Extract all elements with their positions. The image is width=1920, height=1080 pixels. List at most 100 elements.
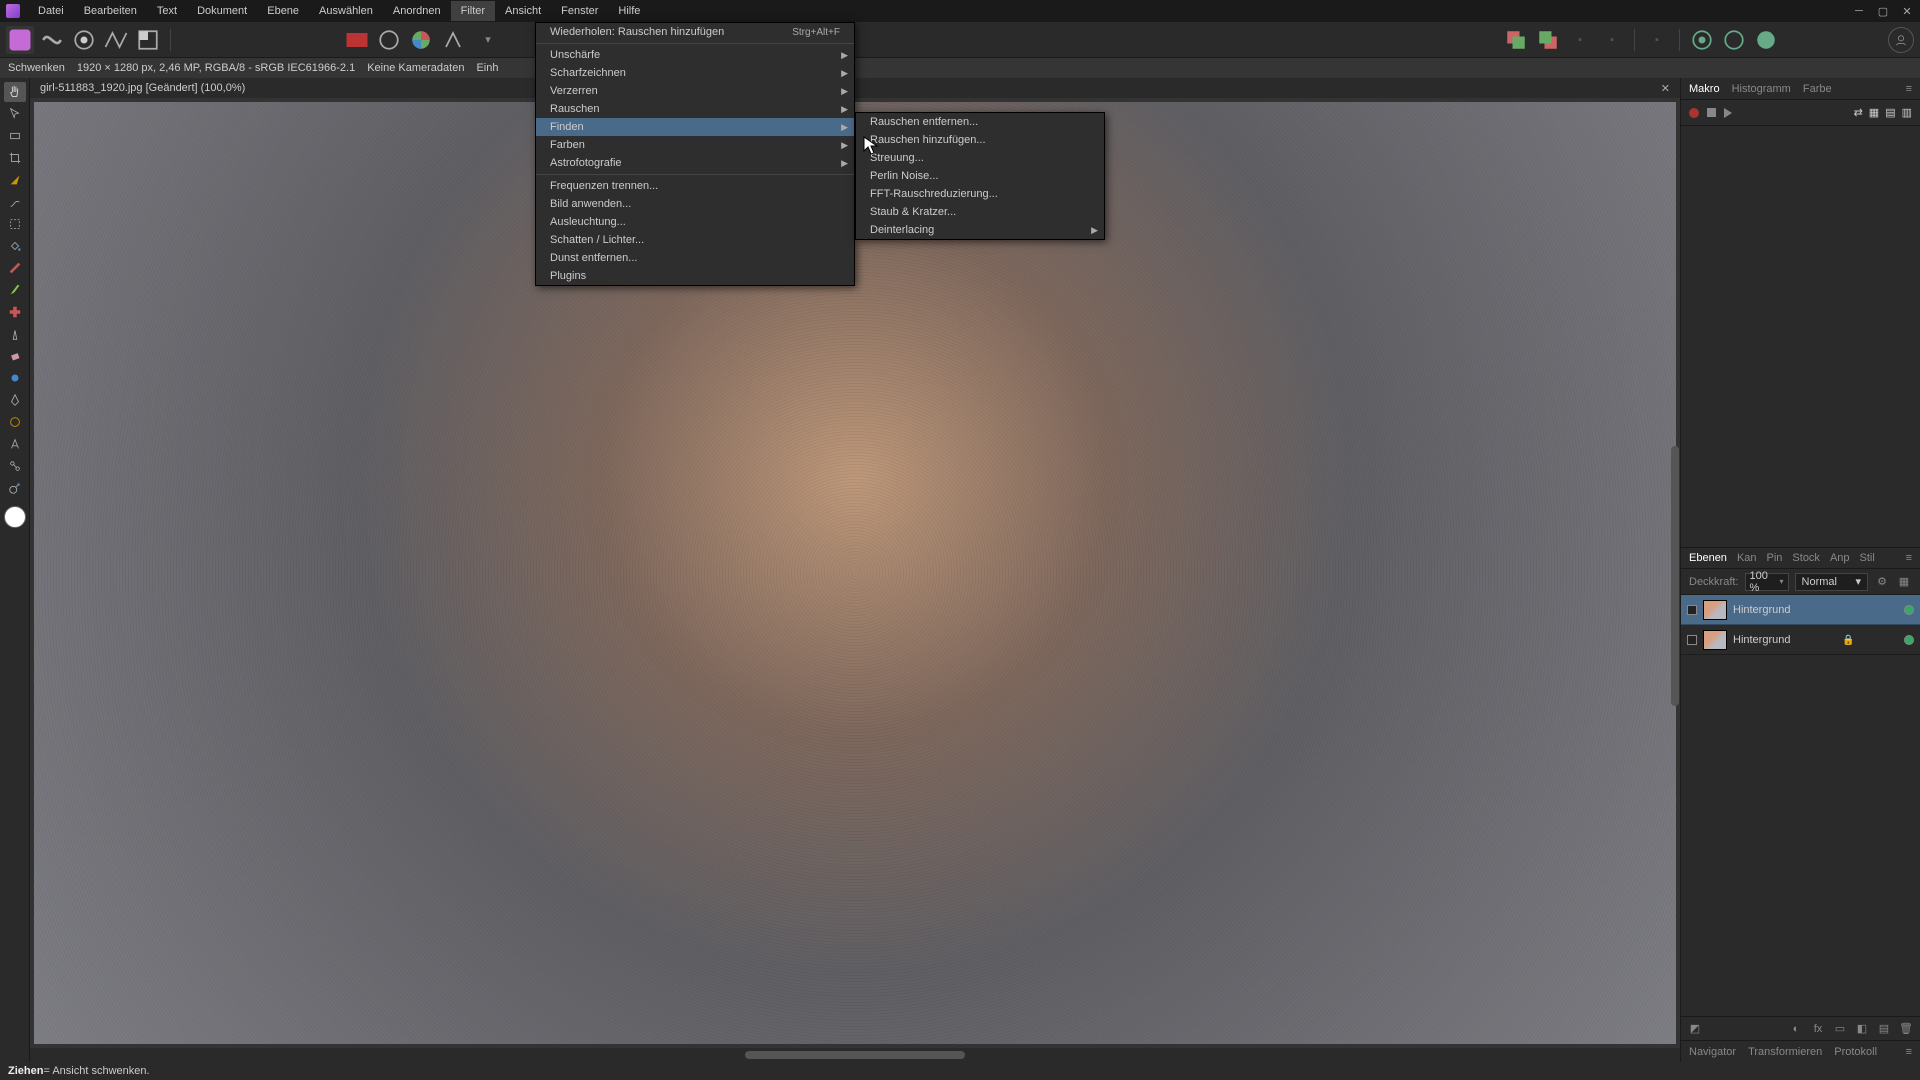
tab-pin[interactable]: Pin — [1767, 552, 1783, 564]
mesh-tool[interactable] — [4, 456, 26, 476]
order-front-button[interactable] — [1534, 26, 1562, 54]
menu-filter[interactable]: Filter — [451, 1, 495, 21]
brush-tool[interactable] — [4, 280, 26, 300]
color-swatch[interactable] — [4, 506, 26, 528]
paint-pour-tool[interactable] — [4, 236, 26, 256]
layer-visibility-icon[interactable] — [1904, 605, 1914, 615]
noise-perlin[interactable]: Perlin Noise... — [856, 167, 1104, 185]
macro-opt-3[interactable]: ▤ — [1885, 106, 1895, 119]
dropdown-toggle[interactable]: ▾ — [471, 26, 505, 54]
filter-unschaerfe[interactable]: Unschärfe▶ — [536, 46, 854, 64]
menu-bearbeiten[interactable]: Bearbeiten — [74, 1, 147, 21]
shape-tool[interactable] — [4, 412, 26, 432]
filter-bild-anwenden[interactable]: Bild anwenden... — [536, 195, 854, 213]
layers-menu-icon[interactable]: ≡ — [1906, 552, 1912, 564]
develop-persona-button[interactable] — [70, 26, 98, 54]
filter-dunst[interactable]: Dunst entfernen... — [536, 249, 854, 267]
filter-schatten-lichter[interactable]: Schatten / Lichter... — [536, 231, 854, 249]
minimize-button[interactable]: ─ — [1852, 4, 1866, 18]
tone-map-persona-button[interactable] — [102, 26, 130, 54]
layer-checkbox[interactable] — [1687, 605, 1697, 615]
document-tab[interactable]: girl-511883_1920.jpg [Geändert] (100,0%)… — [30, 78, 1680, 98]
tab-makro[interactable]: Makro — [1689, 83, 1720, 95]
opacity-input[interactable]: 100 %▾ — [1745, 573, 1789, 591]
menu-hilfe[interactable]: Hilfe — [608, 1, 650, 21]
tab-protokoll[interactable]: Protokoll — [1834, 1046, 1877, 1058]
filter-rauschen[interactable]: Rauschen▶ — [536, 100, 854, 118]
noise-fft[interactable]: FFT-Rauschreduzierung... — [856, 185, 1104, 203]
swatch-auto[interactable] — [439, 26, 467, 54]
menu-datei[interactable]: Datei — [28, 1, 74, 21]
maximize-button[interactable]: ▢ — [1876, 4, 1890, 18]
stop-button[interactable] — [1707, 108, 1716, 117]
tab-kan[interactable]: Kan — [1737, 552, 1757, 564]
tab-farbe[interactable]: Farbe — [1803, 83, 1832, 95]
layer-opt-cog[interactable]: ⚙ — [1874, 574, 1890, 590]
close-button[interactable]: ✕ — [1900, 4, 1914, 18]
noise-remove[interactable]: Rauschen entfernen... — [856, 113, 1104, 131]
tab-ebenen[interactable]: Ebenen — [1689, 552, 1727, 564]
clone-tool[interactable] — [4, 324, 26, 344]
tab-anp[interactable]: Anp — [1830, 552, 1850, 564]
export-persona-button[interactable] — [134, 26, 162, 54]
gradient-tool[interactable] — [4, 258, 26, 278]
fx-layer-button[interactable]: fx — [1810, 1021, 1826, 1037]
swatch-red[interactable] — [343, 26, 371, 54]
crop-tool[interactable] — [4, 148, 26, 168]
delete-layer-button[interactable]: 🗑 — [1898, 1021, 1914, 1037]
dodge-tool[interactable] — [4, 368, 26, 388]
sync-2-button[interactable] — [1720, 26, 1748, 54]
pan-tool[interactable] — [4, 82, 26, 102]
tab-histogramm[interactable]: Histogramm — [1732, 83, 1791, 95]
text-tool[interactable] — [4, 434, 26, 454]
macro-opt-2[interactable]: ▦ — [1869, 106, 1879, 119]
heal-tool[interactable] — [4, 302, 26, 322]
noise-deinterlace[interactable]: Deinterlacing▶ — [856, 221, 1104, 239]
canvas[interactable] — [30, 98, 1680, 1048]
filter-astrofotografie[interactable]: Astrofotografie▶ — [536, 154, 854, 172]
menu-auswaehlen[interactable]: Auswählen — [309, 1, 383, 21]
macro-opt-4[interactable]: ▥ — [1902, 106, 1912, 119]
bottom-panel-menu-icon[interactable]: ≡ — [1906, 1046, 1912, 1058]
view-tool[interactable] — [4, 126, 26, 146]
layer-row[interactable]: Hintergrund — [1681, 595, 1920, 625]
layer-opt-lock[interactable]: ▦ — [1896, 574, 1912, 590]
swatch-colorwheel[interactable] — [407, 26, 435, 54]
tab-stock[interactable]: Stock — [1792, 552, 1820, 564]
sync-3-button[interactable] — [1752, 26, 1780, 54]
filter-frequenzen[interactable]: Frequenzen trennen... — [536, 177, 854, 195]
layer-row[interactable]: Hintergrund 🔒 — [1681, 625, 1920, 655]
selection-brush-tool[interactable] — [4, 170, 26, 190]
layer-visibility-icon[interactable] — [1904, 635, 1914, 645]
move-tool[interactable] — [4, 104, 26, 124]
tab-stil[interactable]: Stil — [1860, 552, 1875, 564]
tab-navigator[interactable]: Navigator — [1689, 1046, 1736, 1058]
noise-diffuse[interactable]: Streuung... — [856, 149, 1104, 167]
menu-fenster[interactable]: Fenster — [551, 1, 608, 21]
document-tab-close[interactable]: ✕ — [1661, 82, 1670, 95]
sync-1-button[interactable] — [1688, 26, 1716, 54]
pen-tool[interactable] — [4, 390, 26, 410]
add-layer-button[interactable]: ▤ — [1876, 1021, 1892, 1037]
erase-tool[interactable] — [4, 346, 26, 366]
play-button[interactable] — [1724, 108, 1732, 118]
menu-ansicht[interactable]: Ansicht — [495, 1, 551, 21]
layer-checkbox[interactable] — [1687, 635, 1697, 645]
panel-menu-icon[interactable]: ≡ — [1906, 83, 1912, 95]
swatch-mask[interactable] — [375, 26, 403, 54]
filter-repeat[interactable]: Wiederholen: Rauschen hinzufügenStrg+Alt… — [536, 23, 854, 41]
account-button[interactable] — [1888, 27, 1914, 53]
filter-farben[interactable]: Farben▶ — [536, 136, 854, 154]
filter-scharfzeichnen[interactable]: Scharfzeichnen▶ — [536, 64, 854, 82]
menu-ebene[interactable]: Ebene — [257, 1, 309, 21]
opts-layer-button[interactable]: ◧ — [1854, 1021, 1870, 1037]
scrollbar-vertical[interactable] — [1670, 118, 1680, 1034]
record-button[interactable] — [1689, 108, 1699, 118]
order-back-button[interactable] — [1502, 26, 1530, 54]
menu-dokument[interactable]: Dokument — [187, 1, 257, 21]
mask-layer-button[interactable]: ◩ — [1687, 1021, 1703, 1037]
liquify-persona-button[interactable] — [38, 26, 66, 54]
macro-opt-1[interactable]: ⇄ — [1854, 106, 1863, 119]
filter-plugins[interactable]: Plugins — [536, 267, 854, 285]
marquee-tool[interactable] — [4, 214, 26, 234]
